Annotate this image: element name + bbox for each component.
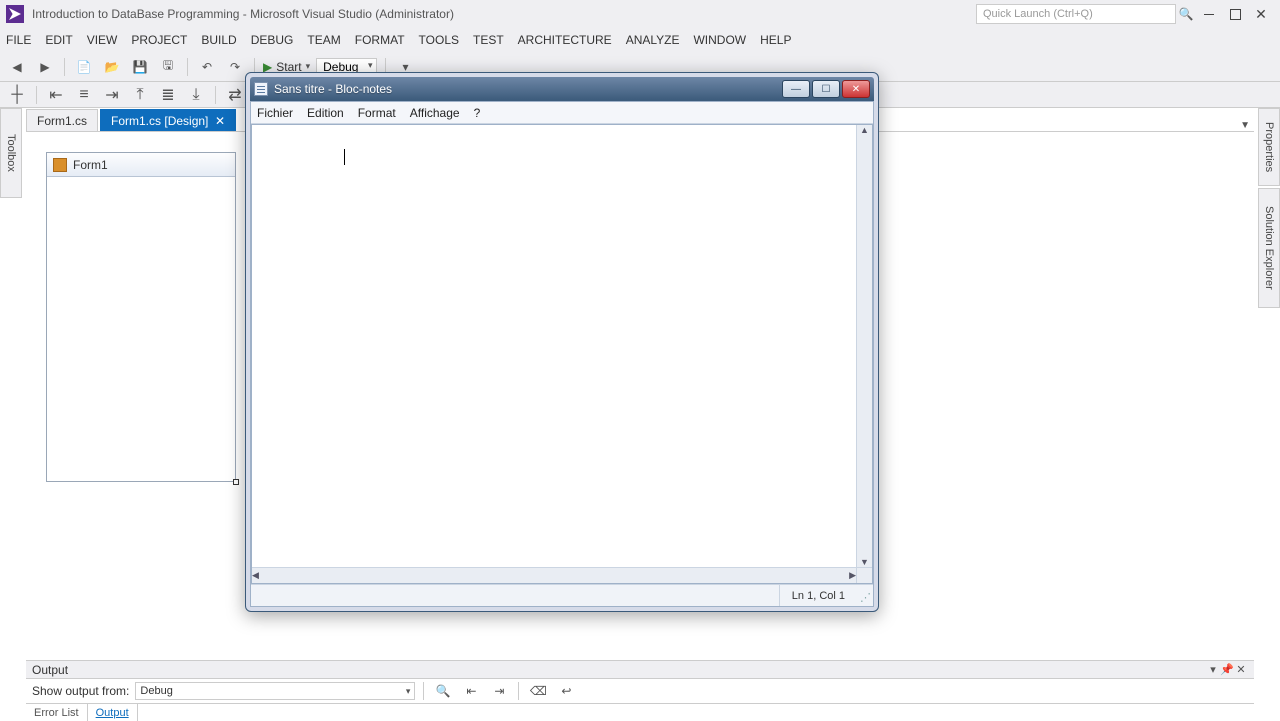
search-icon[interactable]: 🔍 — [1176, 7, 1196, 21]
notepad-window[interactable]: Sans titre - Bloc-notes — ☐ ✕ Fichier Ed… — [245, 72, 879, 612]
menu-format[interactable]: FORMAT — [355, 33, 405, 47]
nav-fwd-icon[interactable]: ▶ — [34, 56, 56, 78]
pin-icon[interactable]: 📌 — [1220, 663, 1234, 676]
find-message-icon[interactable]: 🔍 — [432, 680, 454, 702]
tab-order-icon[interactable]: ⇄ — [224, 84, 246, 106]
align-top-icon[interactable]: ⤒ — [129, 84, 151, 106]
quick-launch-input[interactable]: Quick Launch (Ctrl+Q) — [976, 4, 1176, 24]
align-grid-icon[interactable]: ┼ — [6, 84, 28, 106]
menu-help[interactable]: HELP — [760, 33, 791, 47]
solution-explorer-tab[interactable]: Solution Explorer — [1258, 188, 1280, 308]
form1-window[interactable]: Form1 — [46, 152, 236, 482]
vs-minimize-button[interactable] — [1196, 4, 1222, 24]
form1-titlebar: Form1 — [47, 153, 235, 177]
text-caret-icon — [344, 149, 345, 165]
nav-back-icon[interactable]: ◀ — [6, 56, 28, 78]
horizontal-scrollbar[interactable]: ◀▶ — [252, 567, 856, 583]
bottom-tabwell: Error List Output — [26, 703, 1254, 721]
notepad-edit-area: ▲▼ ◀▶ — [251, 124, 873, 584]
menu-tools[interactable]: TOOLS — [419, 33, 459, 47]
close-icon[interactable]: ✕ — [1234, 663, 1248, 676]
notepad-title: Sans titre - Bloc-notes — [274, 82, 782, 96]
form1-title: Form1 — [73, 158, 108, 172]
prev-icon[interactable]: ⇤ — [460, 680, 482, 702]
output-source-combo[interactable]: Debug — [135, 682, 415, 700]
notepad-close-button[interactable]: ✕ — [842, 80, 870, 98]
align-center-icon[interactable]: ≡ — [73, 84, 95, 106]
notepad-client: Fichier Edition Format Affichage ? ▲▼ ◀▶… — [250, 101, 874, 607]
align-bottom-icon[interactable]: ⤓ — [185, 84, 207, 106]
menu-test[interactable]: TEST — [473, 33, 504, 47]
align-left-icon[interactable]: ⇤ — [45, 84, 67, 106]
notepad-statusbar: Ln 1, Col 1 ⋰ — [251, 584, 873, 606]
show-output-from-label: Show output from: — [32, 684, 129, 698]
tab-label: Form1.cs [Design] — [111, 114, 208, 128]
word-wrap-icon[interactable]: ↩ — [555, 680, 577, 702]
notepad-window-buttons: — ☐ ✕ — [782, 80, 870, 98]
new-project-icon[interactable]: 📄 — [73, 56, 95, 78]
separator — [64, 58, 65, 76]
notepad-textarea[interactable] — [252, 125, 856, 567]
notepad-maximize-button[interactable]: ☐ — [812, 80, 840, 98]
separator — [423, 682, 424, 700]
menu-debug[interactable]: DEBUG — [251, 33, 294, 47]
vs-logo-icon — [6, 5, 24, 23]
separator — [36, 86, 37, 104]
np-menu-format[interactable]: Format — [358, 106, 396, 120]
notepad-minimize-button[interactable]: — — [782, 80, 810, 98]
separator — [518, 682, 519, 700]
vs-close-button[interactable]: ✕ — [1248, 4, 1274, 24]
vertical-scrollbar[interactable]: ▲▼ — [856, 125, 872, 567]
menu-file[interactable]: FILE — [6, 33, 31, 47]
tabs-dropdown-icon[interactable]: ▼ — [1240, 120, 1250, 131]
undo-icon[interactable]: ↶ — [196, 56, 218, 78]
output-title: Output — [32, 663, 1206, 677]
menu-team[interactable]: TEAM — [307, 33, 340, 47]
open-icon[interactable]: 📂 — [101, 56, 123, 78]
vs-menubar: FILE EDIT VIEW PROJECT BUILD DEBUG TEAM … — [0, 28, 1280, 52]
tab-error-list[interactable]: Error List — [26, 704, 88, 721]
notepad-titlebar[interactable]: Sans titre - Bloc-notes — ☐ ✕ — [250, 77, 874, 101]
menu-build[interactable]: BUILD — [201, 33, 236, 47]
menu-view[interactable]: VIEW — [87, 33, 118, 47]
separator — [187, 58, 188, 76]
toolbox-tab[interactable]: Toolbox — [0, 108, 22, 198]
np-menu-edition[interactable]: Edition — [307, 106, 344, 120]
resize-handle-icon[interactable] — [233, 479, 239, 485]
window-pos-icon[interactable]: ▾ — [1206, 663, 1220, 676]
clear-icon[interactable]: ⌫ — [527, 680, 549, 702]
menu-project[interactable]: PROJECT — [131, 33, 187, 47]
tab-form1-cs[interactable]: Form1.cs — [26, 109, 98, 131]
np-menu-affichage[interactable]: Affichage — [410, 106, 460, 120]
menu-architecture[interactable]: ARCHITECTURE — [518, 33, 612, 47]
vs-titlebar: Introduction to DataBase Programming - M… — [0, 0, 1280, 28]
vs-title: Introduction to DataBase Programming - M… — [32, 7, 976, 21]
status-position: Ln 1, Col 1 — [779, 585, 857, 606]
output-header: Output ▾ 📌 ✕ — [26, 661, 1254, 679]
align-right-icon[interactable]: ⇥ — [101, 84, 123, 106]
output-panel: Output ▾ 📌 ✕ Show output from: Debug 🔍 ⇤… — [26, 660, 1254, 720]
np-menu-fichier[interactable]: Fichier — [257, 106, 293, 120]
save-all-icon[interactable]: 🖫 — [157, 56, 179, 78]
scroll-corner — [856, 567, 872, 583]
properties-tab[interactable]: Properties — [1258, 108, 1280, 186]
tab-form1-design[interactable]: Form1.cs [Design] ✕ — [100, 109, 236, 131]
resize-grip-icon[interactable]: ⋰ — [857, 585, 873, 606]
menu-edit[interactable]: EDIT — [45, 33, 72, 47]
next-icon[interactable]: ⇥ — [488, 680, 510, 702]
np-menu-help[interactable]: ? — [474, 106, 481, 120]
tab-output[interactable]: Output — [88, 704, 138, 721]
menu-analyze[interactable]: ANALYZE — [626, 33, 680, 47]
menu-window[interactable]: WINDOW — [693, 33, 746, 47]
redo-icon[interactable]: ↷ — [224, 56, 246, 78]
align-middle-icon[interactable]: ≣ — [157, 84, 179, 106]
separator — [215, 86, 216, 104]
notepad-menubar: Fichier Edition Format Affichage ? — [251, 102, 873, 124]
vs-maximize-button[interactable] — [1222, 4, 1248, 24]
form-icon — [53, 158, 67, 172]
output-toolbar: Show output from: Debug 🔍 ⇤ ⇥ ⌫ ↩ — [26, 679, 1254, 703]
save-icon[interactable]: 💾 — [129, 56, 151, 78]
notepad-icon — [254, 82, 268, 96]
